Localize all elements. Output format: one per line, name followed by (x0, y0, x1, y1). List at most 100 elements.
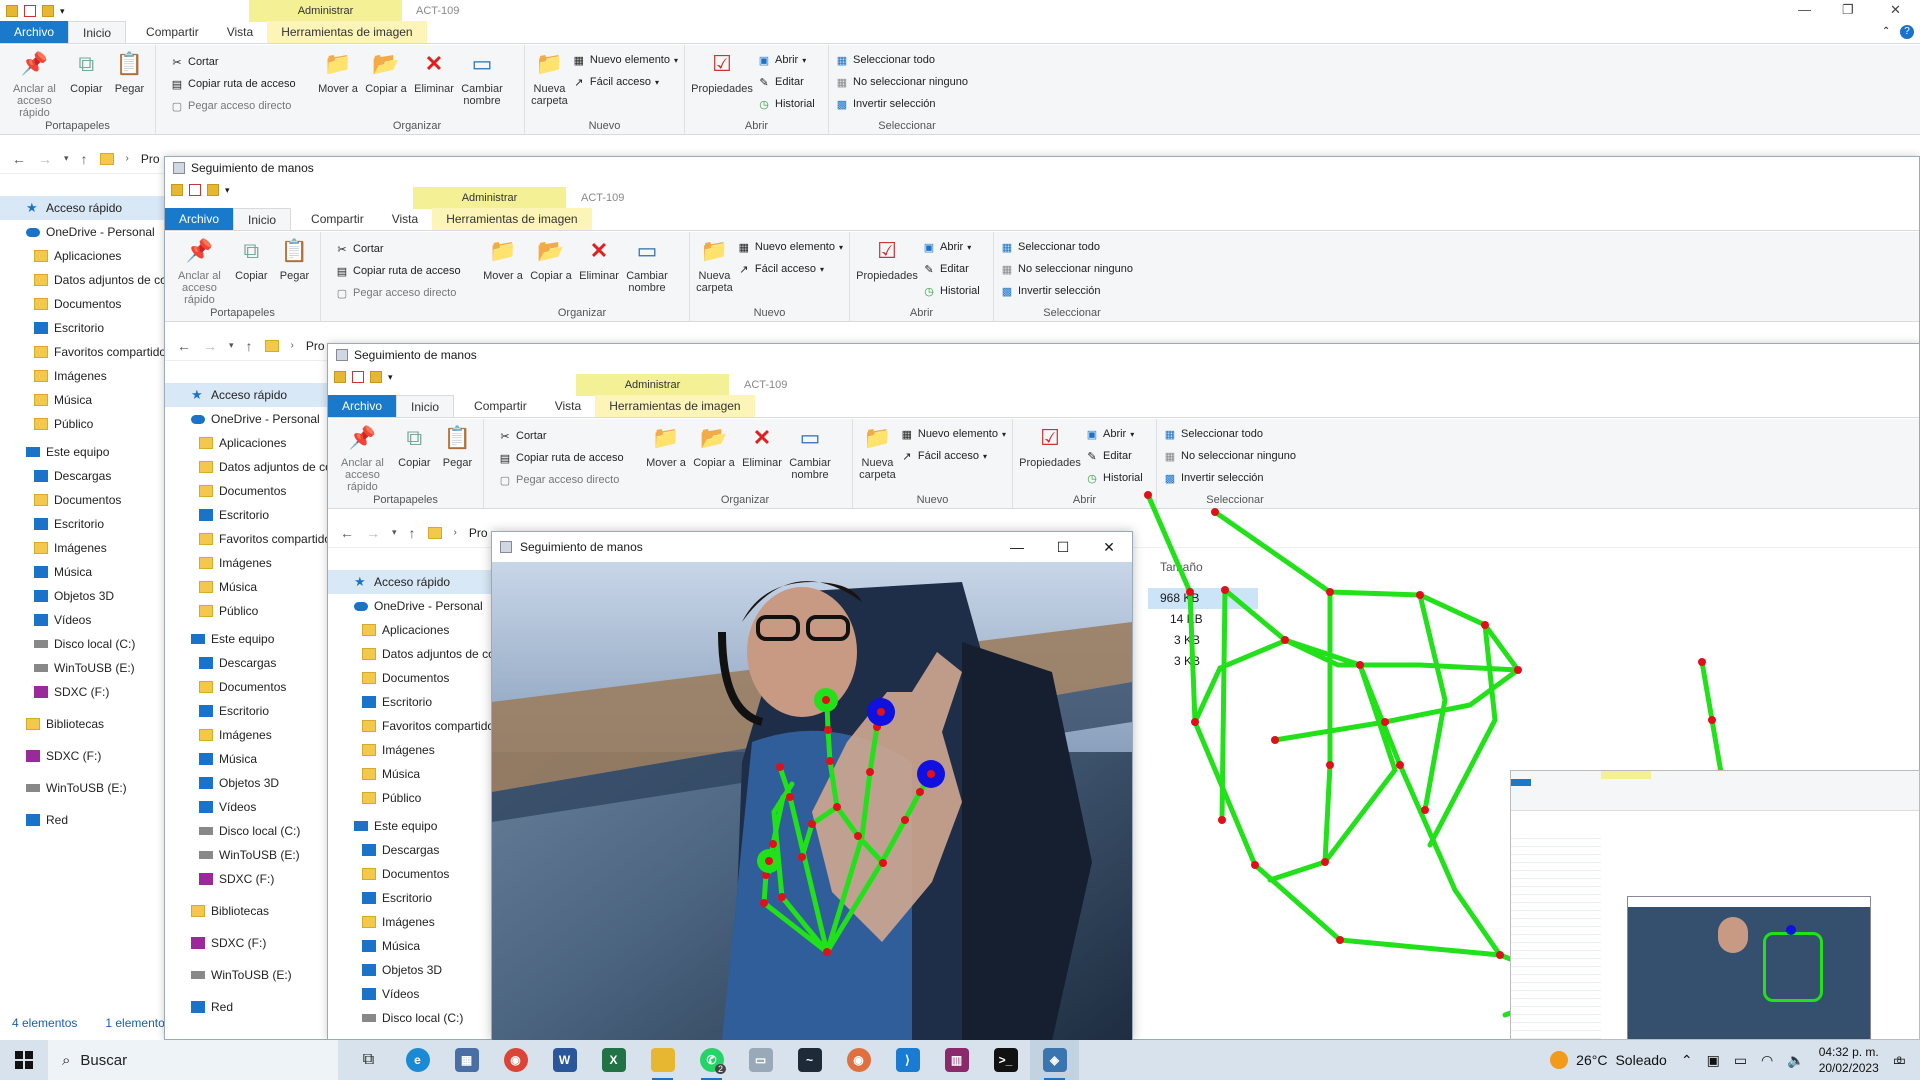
admin-context-band[interactable]: Administrar (249, 0, 402, 22)
nav-wintousb[interactable]: WinToUSB (E:) (26, 776, 165, 800)
copy-to-button[interactable]: 📂 Copiar a (364, 49, 408, 96)
task-view-button[interactable]: ⧉ (344, 1040, 393, 1080)
cut-button[interactable]: ✂ Cortar (335, 240, 461, 258)
select-all-button[interactable]: ▦ Seleccionar todo (835, 51, 968, 69)
nav-item-aplicaciones[interactable]: Aplicaciones (26, 244, 165, 268)
nav-item-favoritos[interactable]: Favoritos compartido (354, 714, 493, 738)
screen-icon[interactable]: ▭ (1734, 1052, 1747, 1069)
history-button[interactable]: ◷ Historial (1085, 469, 1143, 487)
taskbar-whatsapp[interactable]: ✆ 2 (687, 1040, 736, 1080)
admin-context-band[interactable]: Administrar (576, 374, 729, 396)
help-icon[interactable]: ? (1900, 25, 1914, 39)
start-button[interactable] (0, 1040, 48, 1080)
nav-item-musica[interactable]: Música (191, 575, 330, 599)
tab-inicio[interactable]: Inicio (233, 208, 292, 230)
nav-pc-videos[interactable]: Vídeos (354, 982, 493, 1006)
select-all-button[interactable]: ▦ Seleccionar todo (1163, 425, 1296, 443)
nav-item-documentos[interactable]: Documentos (354, 666, 493, 690)
new-item-button[interactable]: ▦ Nuevo elemento ▾ (572, 51, 678, 69)
nav-item-aplicaciones[interactable]: Aplicaciones (354, 618, 493, 642)
meet-now-icon[interactable]: ▣ (1707, 1052, 1720, 1069)
address-path[interactable]: Pro (306, 339, 325, 353)
minimize-button[interactable]: — (1798, 2, 1811, 17)
copy-path-button[interactable]: ▤ Copiar ruta de acceso (170, 75, 296, 93)
nav-pc-documentos[interactable]: Documentos (354, 862, 493, 886)
nav-pc-musica[interactable]: Música (26, 560, 165, 584)
maximize-button[interactable]: ☐ (1040, 539, 1086, 556)
move-to-button[interactable]: 📁 Mover a (644, 423, 688, 470)
taskbar-winrar[interactable]: ▥ (932, 1040, 981, 1080)
paste-shortcut-button[interactable]: ▢ Pegar acceso directo (498, 471, 624, 489)
nav-pc-disco-c[interactable]: Disco local (C:) (354, 1006, 493, 1030)
taskbar-file-explorer[interactable] (638, 1040, 687, 1080)
taskbar-app-window[interactable]: ▭ (736, 1040, 785, 1080)
nav-pc-descargas[interactable]: Descargas (354, 838, 493, 862)
tab-herramientas-imagen[interactable]: Herramientas de imagen (267, 21, 427, 43)
volume-icon[interactable]: 🔈 (1787, 1052, 1804, 1069)
nav-pc-wintousb[interactable]: WinToUSB (E:) (191, 843, 330, 867)
nav-sdxc[interactable]: SDXC (F:) (191, 931, 330, 955)
nav-item-publico[interactable]: Público (26, 412, 165, 436)
select-all-button[interactable]: ▦ Seleccionar todo (1000, 238, 1133, 256)
nav-item-aplicaciones[interactable]: Aplicaciones (191, 431, 330, 455)
cut-button[interactable]: ✂ Cortar (170, 53, 296, 71)
tab-compartir[interactable]: Compartir (291, 208, 378, 230)
close-button[interactable]: ✕ (1890, 2, 1901, 18)
close-button[interactable]: ✕ (1086, 539, 1132, 556)
minimize-button[interactable]: — (994, 539, 1040, 556)
select-none-button[interactable]: ▦ No seleccionar ninguno (835, 73, 968, 91)
address-path[interactable]: Pro (141, 152, 160, 166)
nav-item-imagenes[interactable]: Imágenes (191, 551, 330, 575)
nav-pc-objetos3d[interactable]: Objetos 3D (26, 584, 165, 608)
nav-onedrive[interactable]: OneDrive - Personal (26, 220, 165, 244)
up-arrow-icon[interactable]: ↑ (409, 525, 416, 541)
tab-herramientas-imagen[interactable]: Herramientas de imagen (595, 395, 755, 417)
pin-quick-access-button[interactable]: 📌 Anclar al acceso rápido (171, 236, 228, 307)
tab-inicio[interactable]: Inicio (68, 21, 127, 43)
nav-item-imagenes[interactable]: Imágenes (354, 738, 493, 762)
copy-button[interactable]: ⧉ Copiar (395, 423, 434, 470)
new-item-button[interactable]: ▦ Nuevo elemento ▾ (900, 425, 1006, 443)
properties-icon[interactable] (189, 184, 201, 196)
easy-access-button[interactable]: ↗ Fácil acceso ▾ (900, 447, 1006, 465)
recent-chevron-icon[interactable]: ▾ (64, 153, 69, 164)
nav-item-favoritos[interactable]: Favoritos compartido (26, 340, 165, 364)
nav-item-musica[interactable]: Música (26, 388, 165, 412)
nav-onedrive[interactable]: OneDrive - Personal (191, 407, 330, 431)
new-folder-icon[interactable] (207, 184, 219, 196)
nav-quick-access[interactable]: ★ Acceso rápido (328, 570, 493, 594)
taskbar-search[interactable]: ⌕ Buscar (48, 1040, 338, 1080)
paste-button[interactable]: 📋 Pegar (275, 236, 314, 283)
chevron-up-icon[interactable]: ⌃ (1882, 26, 1890, 37)
new-folder-button[interactable]: 📁 Nueva carpeta (531, 49, 568, 108)
nav-item-escritorio[interactable]: Escritorio (26, 316, 165, 340)
taskbar-vscode[interactable]: ⟩ (883, 1040, 932, 1080)
nav-pc-imagenes[interactable]: Imágenes (191, 723, 330, 747)
nav-quick-access[interactable]: ★ Acceso rápido (165, 383, 330, 407)
tab-herramientas-imagen[interactable]: Herramientas de imagen (432, 208, 592, 230)
select-none-button[interactable]: ▦ No seleccionar ninguno (1163, 447, 1296, 465)
nav-sdxc[interactable]: SDXC (F:) (26, 744, 165, 768)
nav-pc-videos[interactable]: Vídeos (191, 795, 330, 819)
nav-pc-escritorio[interactable]: Escritorio (26, 512, 165, 536)
up-arrow-icon[interactable]: ↑ (246, 338, 253, 354)
nav-item-documentos[interactable]: Documentos (191, 479, 330, 503)
size-column-header[interactable]: Tamaño (1160, 560, 1203, 574)
properties-icon[interactable] (24, 5, 36, 17)
nav-red[interactable]: Red (191, 995, 330, 1019)
weather-widget[interactable]: 26°C Soleado (1550, 1051, 1667, 1069)
nav-pc-imagenes[interactable]: Imágenes (26, 536, 165, 560)
nav-item-datos-adjuntos[interactable]: Datos adjuntos de co (191, 455, 330, 479)
nav-pc-disco-c[interactable]: Disco local (C:) (191, 819, 330, 843)
recent-chevron-icon[interactable]: ▾ (392, 527, 397, 538)
easy-access-button[interactable]: ↗ Fácil acceso ▾ (737, 260, 843, 278)
taskbar-python[interactable]: ◈ (1030, 1040, 1079, 1080)
new-folder-button[interactable]: 📁 Nueva carpeta (859, 423, 896, 482)
clock[interactable]: 04:32 p. m. 20/02/2023 (1819, 1044, 1879, 1076)
edit-button[interactable]: ✎ Editar (922, 260, 980, 278)
nav-item-favoritos[interactable]: Favoritos compartido (191, 527, 330, 551)
nav-item-escritorio[interactable]: Escritorio (354, 690, 493, 714)
copy-to-button[interactable]: 📂 Copiar a (529, 236, 573, 283)
open-button[interactable]: ▣ Abrir ▾ (1085, 425, 1143, 443)
taskbar-word[interactable]: W (540, 1040, 589, 1080)
